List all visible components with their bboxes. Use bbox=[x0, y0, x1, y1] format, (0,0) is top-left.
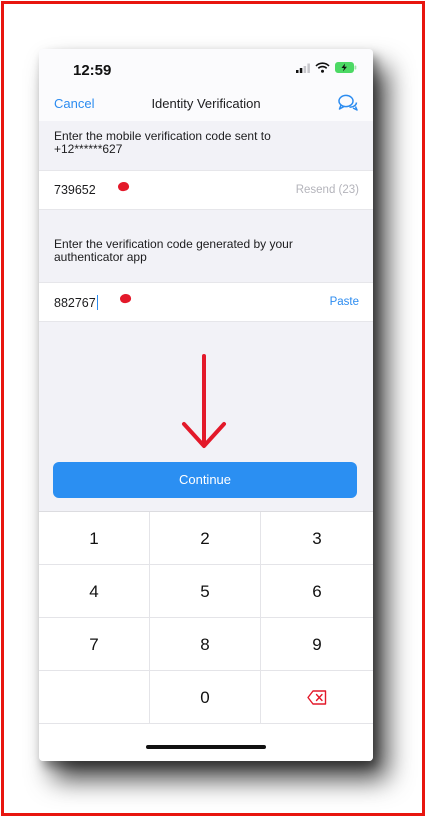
page-title: Identity Verification bbox=[151, 96, 261, 111]
red-annotation-mark bbox=[117, 180, 130, 193]
key-3[interactable]: 3 bbox=[261, 512, 373, 565]
key-7[interactable]: 7 bbox=[39, 618, 150, 671]
sms-code-field[interactable]: 739652 Resend (23) bbox=[39, 170, 373, 210]
resend-button[interactable]: Resend (23) bbox=[296, 184, 359, 196]
key-0[interactable]: 0 bbox=[150, 671, 261, 724]
red-annotation-mark bbox=[119, 292, 132, 305]
screenshot-frame: 12:59 Cancel Identity Verification Enter… bbox=[1, 1, 425, 816]
chat-support-icon[interactable] bbox=[337, 93, 359, 113]
key-2[interactable]: 2 bbox=[150, 512, 261, 565]
sms-code-value: 739652 bbox=[54, 183, 96, 197]
backspace-icon bbox=[307, 690, 327, 705]
authenticator-instruction: Enter the verification code generated by… bbox=[54, 237, 293, 264]
authenticator-code-field[interactable]: 882767 Paste bbox=[39, 282, 373, 322]
status-time: 12:59 bbox=[73, 62, 112, 79]
key-4[interactable]: 4 bbox=[39, 565, 150, 618]
home-indicator bbox=[146, 745, 266, 749]
status-icons bbox=[296, 62, 357, 73]
battery-charging-icon bbox=[335, 62, 357, 73]
phone-screen: 12:59 Cancel Identity Verification Enter… bbox=[39, 49, 373, 761]
key-9[interactable]: 9 bbox=[261, 618, 373, 671]
key-5[interactable]: 5 bbox=[150, 565, 261, 618]
text-cursor bbox=[96, 295, 98, 310]
numeric-keypad: 1 2 3 4 5 6 7 8 9 0 bbox=[39, 511, 373, 761]
key-8[interactable]: 8 bbox=[150, 618, 261, 671]
status-bar: 12:59 bbox=[39, 49, 373, 85]
navigation-bar: Cancel Identity Verification bbox=[39, 85, 373, 121]
paste-button[interactable]: Paste bbox=[330, 296, 359, 308]
red-down-arrow-annotation bbox=[182, 354, 226, 448]
cellular-signal-icon bbox=[296, 63, 310, 73]
key-6[interactable]: 6 bbox=[261, 565, 373, 618]
sms-instruction: Enter the mobile verification code sent … bbox=[54, 129, 271, 156]
key-1[interactable]: 1 bbox=[39, 512, 150, 565]
key-empty bbox=[39, 671, 150, 724]
backspace-key[interactable] bbox=[261, 671, 373, 724]
authenticator-code-value: 882767 bbox=[54, 295, 98, 310]
wifi-icon bbox=[315, 62, 330, 73]
continue-button[interactable]: Continue bbox=[53, 462, 357, 498]
